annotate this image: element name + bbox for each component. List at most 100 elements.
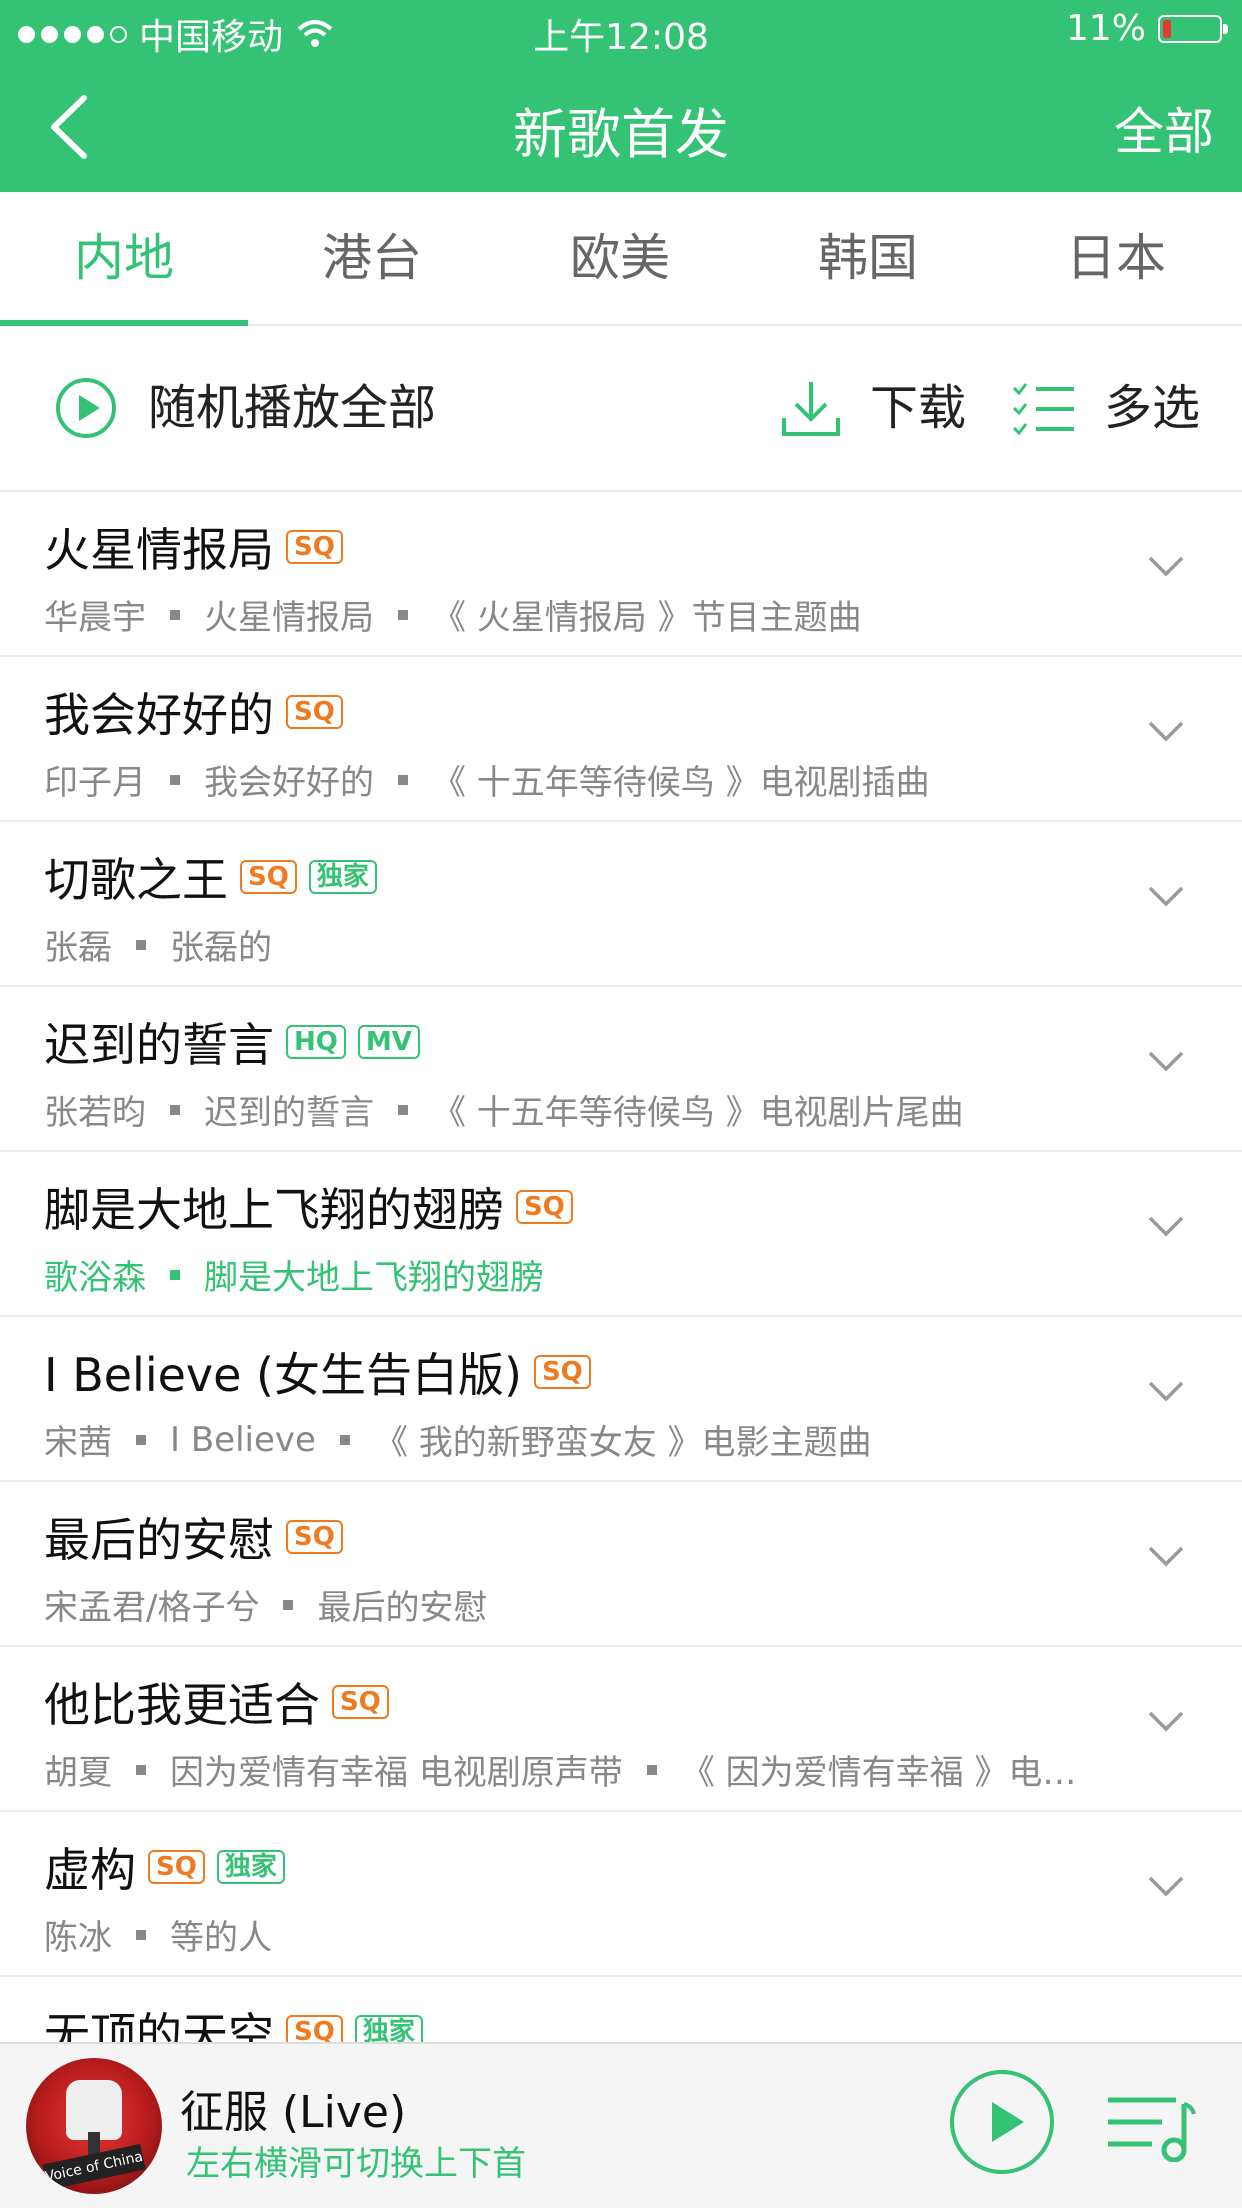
song-title-line: 迟到的誓言 HQ MV [44,1009,420,1075]
song-list: 火星情报局 SQ 华晨宇 火星情报局《 火星情报局 》节目主题曲 我会好好的 SQ 印子月我… [0,492,1242,2042]
shuffle-play-icon[interactable] [54,376,118,440]
tab-korea[interactable]: 韩国 [744,192,992,324]
sq-badge: SQ [286,2015,343,2042]
song-title: 切歌之王 [44,853,228,907]
song-title: 虚构 [44,1843,136,1897]
separator-dot [646,1764,657,1775]
multi-select-icon[interactable] [1012,382,1076,436]
song-title: 我会好好的 [44,688,274,742]
now-playing-title: 征服 (Live) [180,2087,407,2138]
download-button[interactable]: 下载 [870,376,966,440]
expand-chevron-icon[interactable] [1146,1373,1186,1409]
sq-badge: SQ [286,695,343,729]
separator-dot [136,939,146,950]
play-pause-icon[interactable] [948,2068,1056,2176]
song-meta: 华晨宇 火星情报局 《 火星情报局 》节目主题曲 [44,590,1104,639]
sq-badge: SQ [332,1685,389,1719]
expand-chevron-icon[interactable] [1146,1868,1186,1904]
song-row[interactable]: 切歌之王 SQ 独家张磊 张磊的 [0,822,1242,987]
expand-chevron-icon[interactable] [1146,1538,1186,1574]
song-album: 火星情报局 [204,598,374,638]
song-artist: 陈冰 [44,1918,112,1958]
song-row[interactable]: 最后的安慰 SQ 宋孟君/格子兮 最后的安慰 [0,1482,1242,1647]
song-meta: 宋茜 I Believe 《 我的新野蛮女友 》电影主题曲 [44,1415,1104,1464]
tab-mainland[interactable]: 内地 [0,192,248,324]
song-title-line: 我会好好的 SQ [44,679,343,745]
separator-dot [170,1104,180,1115]
song-title: 无顶的天空 [44,2008,274,2042]
mini-player[interactable]: Voice of China 征服 (Live) 左右横滑可切换上下首 [0,2042,1242,2208]
exclusive-badge: 独家 [216,1850,285,1884]
exclusive-badge: 独家 [308,860,377,894]
song-album: 等的人 [170,1918,272,1958]
battery-percent: 11% [1065,8,1146,49]
separator-dot [283,1599,294,1610]
song-row[interactable]: 火星情报局 SQ 华晨宇 火星情报局《 火星情报局 》节目主题曲 [0,492,1242,657]
status-bar: 中国移动 上午12:08 11% [0,0,1242,62]
battery-icon [1158,14,1228,43]
song-title-line: 火星情报局 SQ [44,514,343,580]
separator-dot [170,774,180,785]
region-tabs: 内地 港台 欧美 韩国 日本 [0,192,1242,326]
separator-dot [398,609,408,620]
hq-badge: HQ [286,1025,346,1059]
separator-dot [136,1929,146,1940]
song-title-line: 脚是大地上飞翔的翅膀 SQ [44,1174,573,1240]
song-title-line: 最后的安慰 SQ [44,1504,343,1570]
song-meta: 宋孟君/格子兮 最后的安慰 [44,1580,1104,1629]
song-row[interactable]: 迟到的誓言 HQ MV 张若昀 迟到的誓言《 十五年等待候鸟 》电视剧片尾曲 [0,987,1242,1152]
expand-chevron-icon[interactable] [1146,713,1186,749]
song-title-line: I Believe (女生告白版) SQ [44,1339,591,1405]
song-row[interactable]: I Believe (女生告白版) SQ 宋茜 I Believe 《 我的新野蛮女友 … [0,1317,1242,1482]
song-title-line: 无顶的天空 SQ 独家 [44,1999,423,2042]
tab-western[interactable]: 欧美 [496,192,744,324]
song-title-line: 切歌之王 SQ 独家 [44,844,377,910]
song-album: 我会好好的 [204,763,374,803]
song-title: 脚是大地上飞翔的翅膀 [44,1183,504,1237]
sq-badge: SQ [286,530,343,564]
sq-badge: SQ [148,1850,205,1884]
song-album: 因为爱情有幸福 电视剧原声带 [170,1753,623,1793]
expand-chevron-icon[interactable] [1146,548,1186,584]
album-cover[interactable]: Voice of China [26,2058,162,2194]
song-row[interactable]: 脚是大地上飞翔的翅膀 SQ 歌浴森 脚是大地上飞翔的翅膀 [0,1152,1242,1317]
exclusive-badge: 独家 [354,2015,423,2042]
song-artist: 胡夏 [44,1753,112,1793]
all-button[interactable]: 全部 [1114,92,1214,164]
separator-dot [339,1434,350,1445]
separator-dot [136,1764,146,1775]
song-note: 《 我的新野蛮女友 》电影主题曲 [373,1423,872,1463]
playlist-queue-icon[interactable] [1106,2092,1196,2162]
song-title: 火星情报局 [44,523,274,577]
navigation-bar: 新歌首发 全部 [0,62,1242,192]
expand-chevron-icon[interactable] [1146,2033,1186,2042]
song-row[interactable]: 他比我更适合 SQ 胡夏 因为爱情有幸福 电视剧原声带 《 因为爱情有幸福 》电… [0,1647,1242,1812]
song-meta: 胡夏 因为爱情有幸福 电视剧原声带 《 因为爱情有幸福 》电… [44,1745,1104,1794]
multi-select-button[interactable]: 多选 [1104,376,1200,440]
tab-japan[interactable]: 日本 [992,192,1240,324]
song-note: 《 火星情报局 》节目主题曲 [432,598,862,638]
expand-chevron-icon[interactable] [1146,1043,1186,1079]
song-meta: 陈冰 等的人 [44,1910,1104,1959]
sq-badge: SQ [533,1355,591,1389]
song-note: 《 十五年等待候鸟 》电视剧片尾曲 [432,1093,964,1133]
page-title: 新歌首发 [513,103,729,166]
song-album: 迟到的誓言 [204,1093,374,1133]
song-meta: 张磊 张磊的 [44,920,1104,969]
tab-hk-tw[interactable]: 港台 [248,192,496,324]
song-row[interactable]: 无顶的天空 SQ 独家 [0,1977,1242,2042]
expand-chevron-icon[interactable] [1146,1208,1186,1244]
expand-chevron-icon[interactable] [1146,1703,1186,1739]
mv-badge[interactable]: MV [357,1025,420,1059]
sq-badge: SQ [286,1520,343,1554]
song-title: 最后的安慰 [44,1513,274,1567]
song-row[interactable]: 我会好好的 SQ 印子月 我会好好的《 十五年等待候鸟 》电视剧插曲 [0,657,1242,822]
expand-chevron-icon[interactable] [1146,878,1186,914]
song-album: 张磊的 [170,928,272,968]
song-album: 脚是大地上飞翔的翅膀 [204,1258,544,1298]
separator-dot [136,1434,146,1445]
download-icon[interactable] [780,378,842,440]
separator-dot [398,774,408,785]
play-all-button[interactable]: 随机播放全部 [148,376,436,440]
song-row[interactable]: 虚构 SQ 独家陈冰 等的人 [0,1812,1242,1977]
